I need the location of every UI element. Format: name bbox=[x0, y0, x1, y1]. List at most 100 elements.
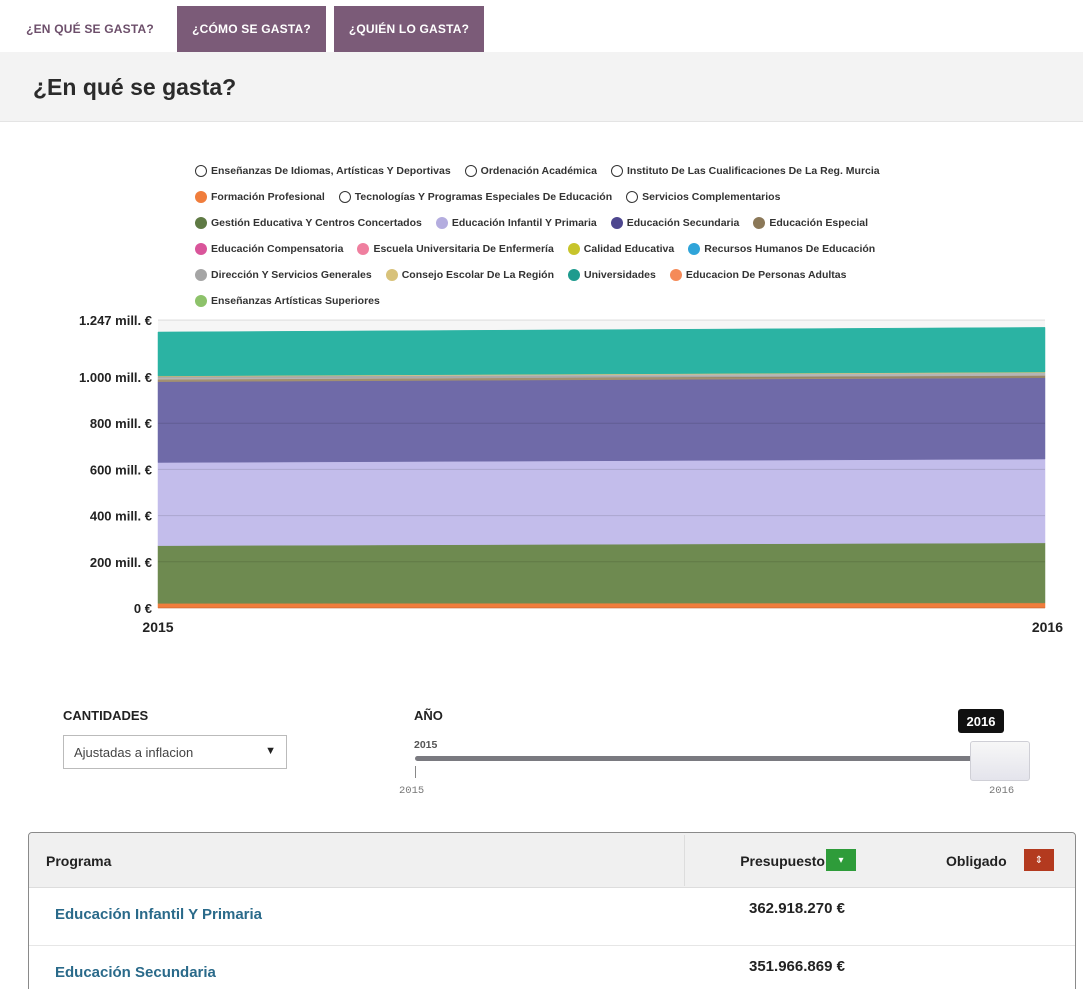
legend-item[interactable]: Educación Especial bbox=[753, 217, 868, 229]
dropdown-arrow-icon: ▼ bbox=[265, 745, 276, 757]
legend-swatch bbox=[338, 191, 351, 203]
y-tick-label: 400 mill. € bbox=[90, 509, 152, 524]
legend-swatch bbox=[385, 269, 398, 281]
legend-swatch bbox=[195, 217, 207, 229]
x-tick-label: 2016 bbox=[1032, 619, 1063, 635]
legend-item[interactable]: Universidades bbox=[568, 269, 656, 281]
stacked-area-chart: 0 € 200 mill. € 400 mill. € 600 mill. € 800 … bbox=[79, 313, 1063, 635]
cantidades-selected-value: Ajustadas a inflacion bbox=[74, 745, 194, 760]
slider-axis-min: 2015 bbox=[399, 785, 425, 797]
ano-label: AÑO bbox=[414, 708, 443, 723]
legend-swatch bbox=[195, 165, 207, 177]
legend-row: Educación Compensatoria Escuela Universit… bbox=[195, 236, 1055, 262]
legend-item[interactable]: Educación Compensatoria bbox=[195, 243, 343, 255]
slider-axis-max: 2016 bbox=[989, 785, 1015, 797]
legend-swatch bbox=[610, 217, 623, 229]
legend-label: Gestión Educativa Y Centros Concertados bbox=[211, 217, 422, 229]
programs-table: Programa Presupuesto ▾ Obligado ⇕ Educac… bbox=[28, 832, 1076, 989]
sort-presupuesto-button[interactable]: ▾ bbox=[826, 849, 856, 871]
sort-obligado-button[interactable]: ⇕ bbox=[1024, 849, 1054, 871]
legend-label: Recursos Humanos De Educación bbox=[704, 243, 876, 255]
col-obligado[interactable]: Obligado bbox=[946, 853, 1007, 869]
legend-label: Consejo Escolar De La Región bbox=[401, 269, 555, 281]
legend-row: Enseñanzas De Idiomas, Artísticas Y Depo… bbox=[195, 158, 1055, 184]
legend-swatch bbox=[626, 191, 639, 203]
legend-label: Tecnologías Y Programas Especiales De Ed… bbox=[354, 191, 613, 203]
legend-label: Escuela Universitaria De Enfermería bbox=[373, 243, 554, 255]
legend-label: Enseñanzas De Idiomas, Artísticas Y Depo… bbox=[211, 165, 451, 177]
area-series-3[interactable] bbox=[157, 377, 1046, 463]
cantidades-select[interactable]: Ajustadas a inflacion ▼ bbox=[63, 735, 287, 769]
legend-item[interactable]: Dirección Y Servicios Generales bbox=[195, 269, 372, 281]
legend-swatch bbox=[610, 165, 623, 177]
legend-label: Formación Profesional bbox=[211, 191, 325, 203]
slider-value-tooltip: 2016 bbox=[958, 709, 1004, 733]
col-programa[interactable]: Programa bbox=[46, 853, 111, 869]
legend-item[interactable]: Ordenación Académica bbox=[464, 165, 597, 177]
table-header: Programa Presupuesto ▾ Obligado ⇕ bbox=[29, 833, 1075, 888]
legend-item[interactable]: Instituto De Las Cualificaciones De La R… bbox=[610, 165, 880, 177]
legend-row: Dirección Y Servicios Generales Consejo E… bbox=[195, 262, 1055, 288]
legend-item[interactable]: Educación Secundaria bbox=[610, 217, 740, 229]
programa-link[interactable]: Educación Secundaria bbox=[55, 964, 216, 981]
sort-icon: ▾ bbox=[838, 854, 844, 866]
legend-item[interactable]: Escuela Universitaria De Enfermería bbox=[357, 243, 554, 255]
y-tick-label: 1.247 mill. € bbox=[79, 313, 152, 328]
year-slider-track[interactable] bbox=[415, 756, 975, 761]
legend-swatch bbox=[567, 243, 580, 255]
legend-label: Ordenación Académica bbox=[480, 165, 597, 177]
legend-label: Educacion De Personas Adultas bbox=[685, 269, 847, 281]
chart-legend: Enseñanzas De Idiomas, Artísticas Y Depo… bbox=[195, 158, 1055, 314]
legend-item[interactable]: Tecnologías Y Programas Especiales De Ed… bbox=[338, 191, 613, 203]
legend-swatch bbox=[688, 243, 701, 255]
title-bar: ¿En qué se gasta? bbox=[0, 52, 1083, 122]
legend-swatch bbox=[464, 165, 477, 177]
programa-link[interactable]: Educación Infantil Y Primaria bbox=[55, 906, 262, 923]
legend-item[interactable]: Educación Infantil Y Primaria bbox=[435, 217, 597, 229]
legend-item[interactable]: Enseñanzas De Idiomas, Artísticas Y Depo… bbox=[195, 165, 451, 177]
legend-label: Educación Compensatoria bbox=[211, 243, 344, 255]
tab-como-se-gasta[interactable]: ¿Cómo se gasta? bbox=[177, 6, 326, 52]
slider-tick bbox=[415, 766, 416, 778]
tab-bar: ¿En qué se gasta? ¿Cómo se gasta? ¿Quién… bbox=[0, 0, 1083, 52]
x-tick-label: 2015 bbox=[142, 619, 173, 635]
tab-quien-lo-gasta[interactable]: ¿Quién lo gasta? bbox=[334, 6, 484, 52]
presupuesto-value: 351.966.869 € bbox=[749, 958, 845, 975]
legend-label: Educación Especial bbox=[769, 217, 869, 229]
legend-item[interactable]: Formación Profesional bbox=[195, 191, 325, 203]
col-presupuesto[interactable]: Presupuesto bbox=[740, 853, 825, 869]
area-series-2[interactable] bbox=[157, 458, 1046, 546]
cantidades-label: CANTIDADES bbox=[63, 708, 149, 723]
area-series-1[interactable] bbox=[157, 542, 1046, 604]
page-title: ¿En qué se gasta? bbox=[33, 74, 237, 100]
year-slider-handle[interactable] bbox=[970, 741, 1030, 781]
legend-label: Educación Secundaria bbox=[626, 217, 740, 229]
legend-item[interactable]: Consejo Escolar De La Región bbox=[385, 269, 555, 281]
legend-item[interactable]: Recursos Humanos De Educación bbox=[688, 243, 875, 255]
area-series-0[interactable] bbox=[157, 602, 1046, 609]
legend-label: Educación Infantil Y Primaria bbox=[451, 217, 597, 229]
tab-en-que-se-gasta[interactable]: ¿En qué se gasta? bbox=[10, 6, 170, 52]
legend-label: Calidad Educativa bbox=[583, 243, 675, 255]
legend-item[interactable]: Educacion De Personas Adultas bbox=[669, 269, 847, 281]
legend-item[interactable]: Gestión Educativa Y Centros Concertados bbox=[195, 217, 422, 229]
y-tick-label: 600 mill. € bbox=[90, 462, 152, 477]
legend-swatch bbox=[753, 217, 766, 229]
legend-swatch bbox=[195, 191, 207, 203]
legend-label: Instituto De Las Cualificaciones De La R… bbox=[626, 165, 880, 177]
y-tick-label: 200 mill. € bbox=[90, 555, 152, 570]
area-series-7[interactable] bbox=[157, 327, 1046, 377]
slider-min-label: 2015 bbox=[414, 739, 438, 751]
legend-item[interactable]: Calidad Educativa bbox=[567, 243, 675, 255]
legend-swatch bbox=[195, 243, 207, 255]
legend-swatch bbox=[357, 243, 370, 255]
table-row: Educación Secundaria 351.966.869 € bbox=[29, 946, 1075, 989]
sort-icon: ⇕ bbox=[1034, 854, 1044, 866]
legend-row: Formación Profesional Tecnologías Y Progr… bbox=[195, 184, 1055, 210]
legend-item[interactable]: Servicios Complementarios bbox=[626, 191, 780, 203]
legend-swatch bbox=[195, 269, 207, 281]
presupuesto-value: 362.918.270 € bbox=[749, 900, 845, 917]
legend-label: Servicios Complementarios bbox=[642, 191, 781, 203]
legend-label: Dirección Y Servicios Generales bbox=[211, 269, 372, 281]
legend-swatch bbox=[435, 217, 448, 229]
